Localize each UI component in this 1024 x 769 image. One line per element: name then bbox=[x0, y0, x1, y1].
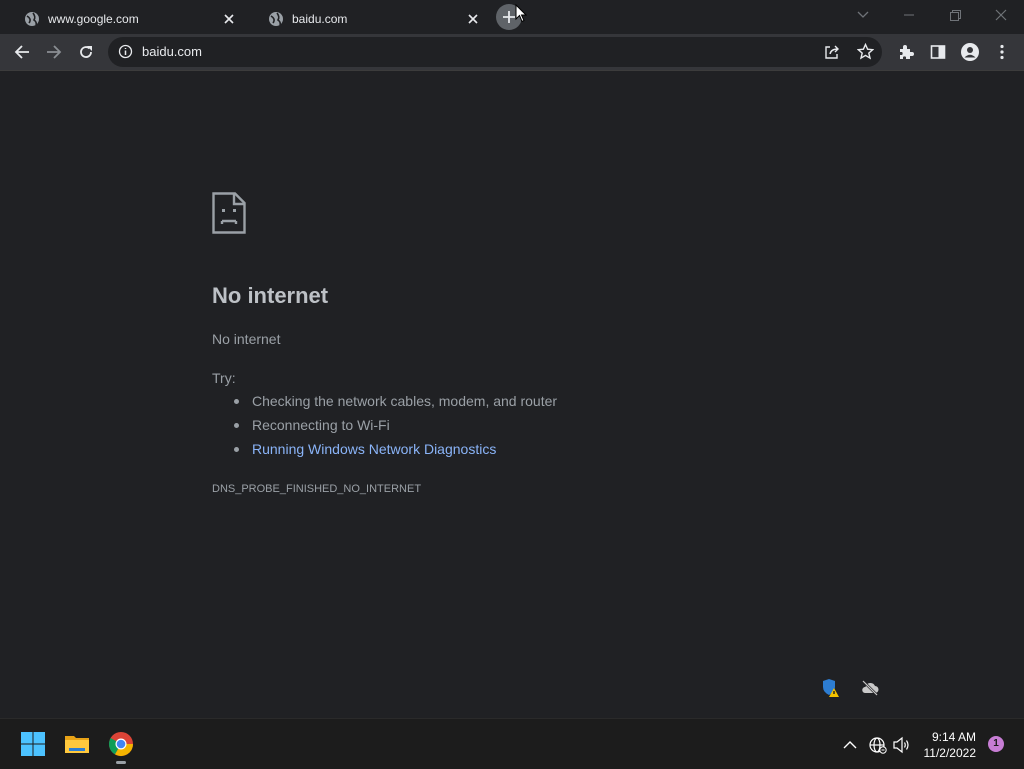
tab-title: baidu.com bbox=[292, 12, 348, 26]
restore-icon bbox=[949, 9, 961, 21]
minimize-icon bbox=[904, 14, 914, 16]
tab-strip: www.google.com baidu.com bbox=[0, 0, 1024, 34]
clock-date: 11/2/2022 bbox=[923, 746, 977, 760]
globe-icon bbox=[24, 11, 40, 27]
back-button[interactable] bbox=[8, 38, 36, 66]
system-clock[interactable]: 9:14 AM 11/2/2022 bbox=[924, 729, 977, 761]
plus-icon bbox=[502, 10, 516, 24]
file-explorer-icon[interactable] bbox=[64, 731, 90, 757]
active-app-indicator bbox=[116, 761, 126, 764]
error-page: No internet No internet Try: Checking th… bbox=[0, 71, 1024, 718]
clock-time: 9:14 AM bbox=[931, 730, 976, 744]
tab-search-button[interactable] bbox=[840, 0, 886, 30]
menu-button[interactable] bbox=[988, 38, 1016, 66]
info-icon[interactable] bbox=[118, 44, 133, 59]
globe-icon bbox=[268, 11, 284, 27]
restore-button[interactable] bbox=[932, 0, 978, 30]
browser-toolbar: baidu.com bbox=[0, 34, 1024, 71]
network-globe-icon[interactable] bbox=[868, 735, 888, 755]
side-panel-button[interactable] bbox=[924, 38, 952, 66]
star-icon[interactable] bbox=[857, 43, 874, 60]
suggestion-item: Checking the network cables, modem, and … bbox=[232, 392, 557, 416]
taskbar: 9:14 AM 11/2/2022 1 bbox=[0, 718, 1024, 769]
try-label: Try: bbox=[212, 370, 236, 386]
mouse-cursor-icon bbox=[515, 4, 527, 23]
chevron-down-icon bbox=[857, 11, 869, 19]
reload-button[interactable] bbox=[72, 38, 100, 66]
speaker-icon[interactable] bbox=[892, 735, 912, 755]
close-icon[interactable] bbox=[220, 10, 238, 28]
chrome-icon[interactable] bbox=[108, 731, 134, 757]
side-panel-icon bbox=[930, 44, 946, 60]
tab-baidu[interactable]: baidu.com bbox=[248, 4, 488, 34]
profile-button[interactable] bbox=[956, 38, 984, 66]
windows-start-icon[interactable] bbox=[20, 731, 46, 757]
network-diagnostics-link[interactable]: Running Windows Network Diagnostics bbox=[232, 440, 557, 464]
forward-button[interactable] bbox=[40, 38, 68, 66]
tab-google[interactable]: www.google.com bbox=[4, 4, 244, 34]
page-title: No internet bbox=[212, 283, 329, 308]
error-subtitle: No internet bbox=[212, 331, 281, 347]
suggestion-item: Reconnecting to Wi-Fi bbox=[232, 416, 557, 440]
suggestion-list: Checking the network cables, modem, and … bbox=[232, 392, 557, 464]
address-bar[interactable]: baidu.com bbox=[108, 37, 882, 67]
tab-title: www.google.com bbox=[48, 12, 139, 26]
kebab-menu-icon bbox=[1000, 44, 1004, 60]
reload-icon bbox=[78, 44, 94, 60]
close-icon bbox=[995, 9, 1007, 21]
cloud-off-icon[interactable] bbox=[860, 678, 880, 698]
notification-badge[interactable]: 1 bbox=[988, 736, 1004, 752]
url-text[interactable]: baidu.com bbox=[142, 44, 202, 60]
security-warning-icon[interactable] bbox=[820, 678, 840, 698]
chevron-up-icon[interactable] bbox=[840, 735, 860, 755]
close-icon[interactable] bbox=[464, 10, 482, 28]
extensions-button[interactable] bbox=[892, 38, 920, 66]
sad-page-icon bbox=[212, 192, 246, 234]
error-code: DNS_PROBE_FINISHED_NO_INTERNET bbox=[212, 483, 422, 495]
minimize-button[interactable] bbox=[886, 0, 932, 30]
avatar-icon bbox=[960, 42, 980, 62]
close-window-button[interactable] bbox=[978, 0, 1024, 30]
puzzle-icon bbox=[898, 44, 914, 60]
share-icon[interactable] bbox=[824, 44, 840, 60]
arrow-left-icon bbox=[14, 44, 30, 60]
arrow-right-icon bbox=[46, 44, 62, 60]
